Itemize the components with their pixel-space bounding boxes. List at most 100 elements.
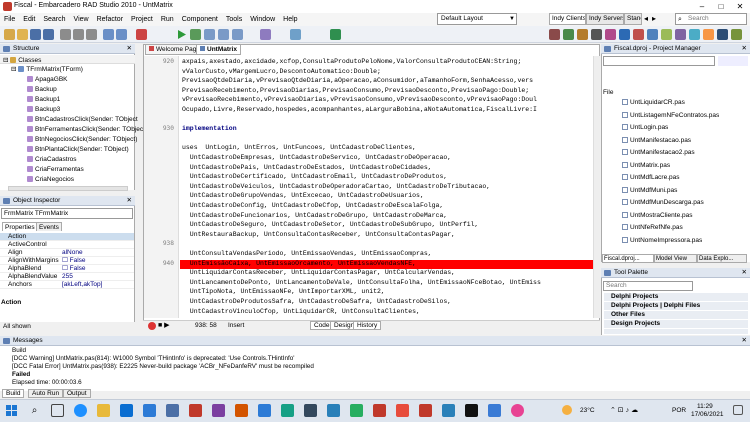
code-line[interactable]: UntCadastroDeProdutosSafra, UntCadastroD… <box>182 297 592 306</box>
code-line[interactable] <box>182 134 592 143</box>
component-icon-9[interactable] <box>661 29 672 40</box>
minimize-button[interactable]: – <box>693 0 711 13</box>
code-line[interactable]: uses UntLogin, UntErros, UntFuncoes, Unt… <box>182 143 592 152</box>
message-warning[interactable]: [DCC Warning] UntMatrix.pas(814): W1000 … <box>12 355 294 363</box>
property-row[interactable]: AlignWithMargins ☐ False <box>0 257 134 265</box>
tree-node-method[interactable]: BtnCadastrosClick(Sender: TObject <box>27 115 138 124</box>
app-icon-11[interactable] <box>396 404 409 417</box>
palette-scroll-right-icon[interactable]: ▸ <box>652 14 656 23</box>
component-icon-14[interactable] <box>731 29 742 40</box>
project-file[interactable]: UntNomeImpressora.pas <box>622 236 702 245</box>
component-icon-13[interactable] <box>717 29 728 40</box>
menu-component[interactable]: Component <box>178 13 222 26</box>
close-button[interactable]: ✕ <box>731 0 749 13</box>
code-line[interactable]: UntCadastroDeEmpresas, UntCadastroDeServ… <box>182 153 592 162</box>
message-fatal-error[interactable]: [DCC Fatal Error] UntMatrix.pas(938): E2… <box>12 363 314 371</box>
clock-date[interactable]: 17/06/2021 <box>691 411 724 419</box>
code-line[interactable]: PrevisaoQtdeDiaria,vPrevisaoQtdeDiaria,a… <box>182 76 592 85</box>
undo-icon[interactable] <box>103 29 114 40</box>
code-line[interactable]: UntCadastroDeGrupoVendas, UntExcecao, Un… <box>182 191 592 200</box>
tool-palette-search[interactable]: Search <box>603 281 693 291</box>
weather-icon[interactable] <box>562 405 572 415</box>
app-icon-4[interactable] <box>235 404 248 417</box>
tab-auto-run[interactable]: Auto Run <box>28 389 64 398</box>
menu-project[interactable]: Project <box>127 13 157 26</box>
project-file[interactable]: UntMostraCliente.pas <box>622 211 693 220</box>
code-line[interactable]: UntCadastroDeFuncionarios, UntCadastroDe… <box>182 211 592 220</box>
tab-untmatrix[interactable]: UntMatrix <box>196 44 241 55</box>
tree-node-method[interactable]: Backup1 <box>27 95 60 104</box>
tab-events[interactable]: Events <box>36 222 62 231</box>
menu-tools[interactable]: Tools <box>222 13 246 26</box>
trace-into-icon[interactable] <box>218 29 229 40</box>
code-line[interactable]: UntCadastroDePais, UntCadastroDeEstados,… <box>182 163 592 172</box>
tree-node-form[interactable]: ⊟ TFrmMatrix(TForm) <box>11 65 83 74</box>
maximize-button[interactable]: □ <box>712 0 730 13</box>
project-file[interactable]: UntMdfMuni.pas <box>622 186 677 195</box>
component-icon-2[interactable] <box>563 29 574 40</box>
run-to-cursor-icon[interactable] <box>232 29 243 40</box>
code-line[interactable]: UntLiquidarContasReceber, UntLiquidarCon… <box>182 268 592 277</box>
code-line[interactable]: vPrevisaoRecebimento,vPrevisaoDiarias,vP… <box>182 95 592 104</box>
project-file[interactable]: UntMatrix.pas <box>622 161 670 170</box>
terminal-icon[interactable] <box>465 404 478 417</box>
component-icon-12[interactable] <box>703 29 714 40</box>
message-failed[interactable]: Failed <box>12 371 30 379</box>
property-row[interactable]: AlphaBlend ☐ False <box>0 265 134 273</box>
editor-vscrollbar[interactable] <box>593 56 600 318</box>
tab-history[interactable]: History <box>353 321 382 330</box>
app-icon-14[interactable] <box>488 404 501 417</box>
code-line[interactable]: UntLancamentoDePonto, UntLancamentoDeVal… <box>182 278 592 287</box>
component-icon-1[interactable] <box>549 29 560 40</box>
component-icon-6[interactable] <box>619 29 630 40</box>
property-value[interactable]: ☐ False <box>62 257 134 265</box>
cut-icon[interactable] <box>60 29 71 40</box>
search-icon[interactable]: ⌕ <box>28 404 41 417</box>
code-line[interactable]: implementation <box>182 124 592 133</box>
project-file[interactable]: UntListagemNFeContratos.pas <box>622 111 719 120</box>
message-build[interactable]: Build <box>12 347 26 355</box>
code-line[interactable]: axpais,axestado,axcidade,xcfop,ConsultaP… <box>182 57 592 66</box>
code-line[interactable]: UntCadastroDeConfig, UntCadastroDeCfop, … <box>182 201 592 210</box>
redo-icon[interactable] <box>116 29 127 40</box>
code-line[interactable]: PrevisaoRecebimento,PrevisaoDiarias,Prev… <box>182 86 592 95</box>
structure-hscrollbar[interactable] <box>8 186 128 191</box>
build-icon[interactable] <box>330 29 341 40</box>
layout-combo[interactable]: Default Layout ▼ <box>437 13 517 25</box>
code-line[interactable] <box>182 115 592 124</box>
tree-node-method[interactable]: BtnNegociosClick(Sender: TObject) <box>27 135 137 144</box>
palette-category[interactable]: Delphi Projects | Delphi Files <box>604 302 748 310</box>
app-icon-10[interactable] <box>373 404 386 417</box>
code-line[interactable]: Ocupado,Livre,Reservado,hospedes,acompan… <box>182 105 592 114</box>
tree-node-classes[interactable]: ⊟ Classes <box>3 56 41 65</box>
start-icon[interactable] <box>5 404 18 417</box>
tray-icons[interactable]: ⌃ ⊡ ♪ ☁ <box>610 407 638 415</box>
paste-icon[interactable] <box>86 29 97 40</box>
close-icon[interactable]: ✕ <box>742 336 747 345</box>
code-line[interactable]: UntRestauraBackup, UntConsultaContasRece… <box>182 230 592 239</box>
property-value[interactable]: ☐ False <box>62 265 134 273</box>
pause-icon[interactable] <box>190 29 201 40</box>
project-file[interactable]: UntLiquidarCR.pas <box>622 98 685 107</box>
tree-node-method[interactable]: CriaFerramentas <box>27 165 84 174</box>
component-icon-7[interactable] <box>633 29 644 40</box>
component-icon-5[interactable] <box>605 29 616 40</box>
file-explorer-icon[interactable] <box>97 404 110 417</box>
palette-category[interactable]: Other Files <box>604 311 748 319</box>
property-row[interactable]: Anchors [akLeft,akTop] <box>0 281 134 289</box>
palette-category[interactable] <box>604 329 748 334</box>
clock-time[interactable]: 11:29 <box>697 403 713 411</box>
code-line[interactable]: UntCadastroDeCertificado, UntCadastroEma… <box>182 172 592 181</box>
code-line[interactable]: UntTipoNota, UntEmissaoNFe, UntImportarX… <box>182 287 592 296</box>
project-file[interactable]: UntLogin.pas <box>622 123 668 132</box>
palette-category[interactable]: Design Projects <box>604 320 748 328</box>
project-options-icon[interactable] <box>260 29 271 40</box>
component-icon-11[interactable] <box>689 29 700 40</box>
tab-data-explorer[interactable]: Data Explo... <box>697 254 747 263</box>
new-file-icon[interactable] <box>4 29 15 40</box>
menu-window[interactable]: Window <box>246 13 279 26</box>
search-input[interactable]: ⌕ Search <box>675 13 747 25</box>
property-value[interactable]: [akLeft,akTop] <box>62 281 134 289</box>
project-file[interactable]: UntManifestacao.pas <box>622 136 691 145</box>
menu-run[interactable]: Run <box>157 13 178 26</box>
